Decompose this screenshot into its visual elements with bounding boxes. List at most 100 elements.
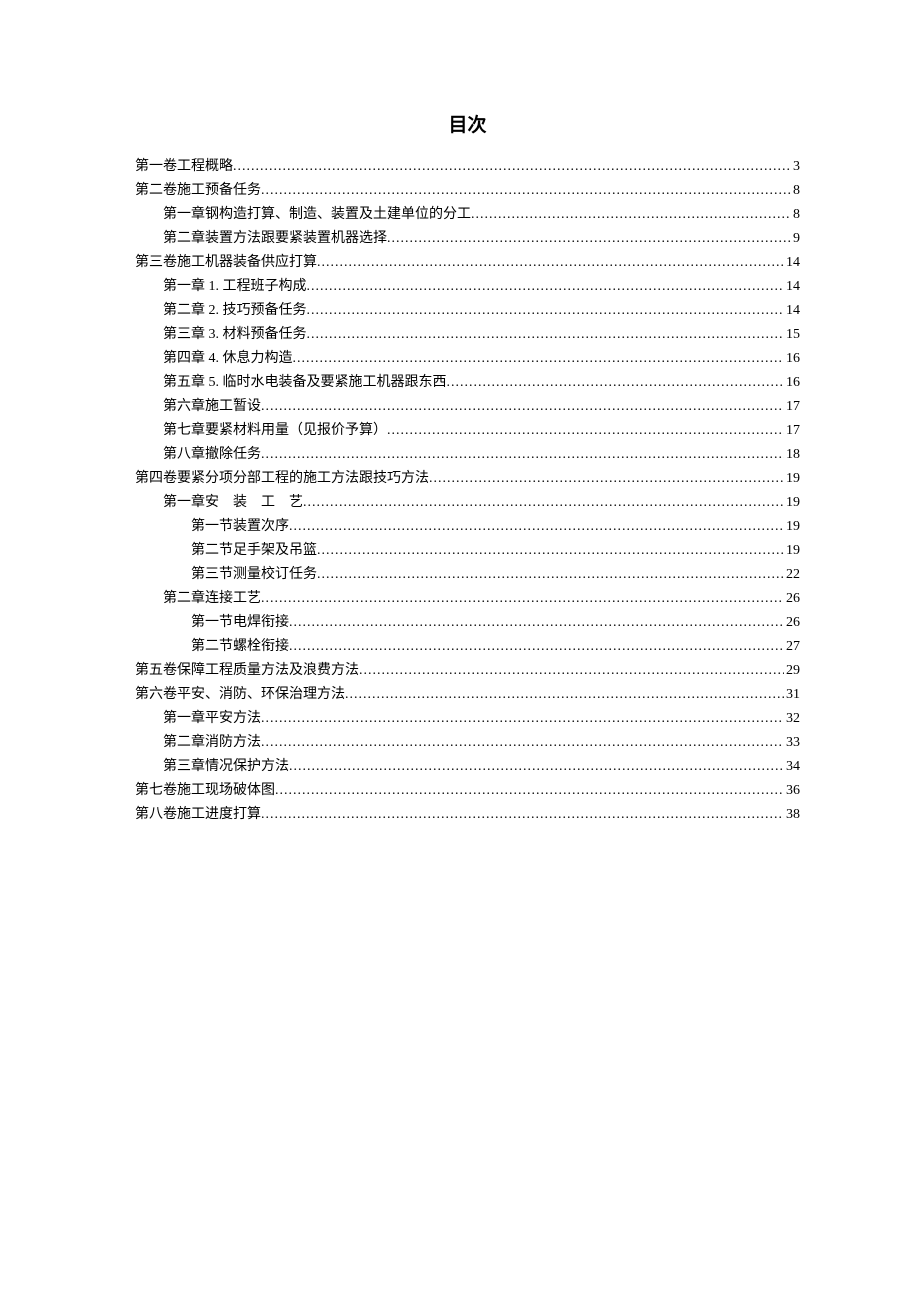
toc-entry-label: 第一章安 装 工 艺 [163, 491, 303, 515]
toc-entry-page: 26 [784, 587, 800, 611]
toc-entry: 第三节测量校订任务22 [135, 563, 800, 587]
toc-entry: 第二节螺栓衔接 27 [135, 635, 800, 659]
toc-entry-label: 第二章装置方法跟要紧装置机器选择 [163, 227, 387, 251]
toc-entry: 第四卷要紧分项分部工程的施工方法跟技巧方法 19 [135, 467, 800, 491]
toc-entry-page: 31 [784, 683, 800, 707]
toc-entry-label: 第六卷平安、消防、环保治理方法 [135, 683, 345, 707]
toc-entry: 第一章钢构造打算、制造、装置及土建单位的分工 8 [135, 203, 800, 227]
toc-leader-dots [303, 491, 784, 515]
toc-entry-label: 第六章施工暂设 [163, 395, 261, 419]
toc-entry-page: 27 [784, 635, 800, 659]
toc-entry: 第三卷施工机器装备供应打算 14 [135, 251, 800, 275]
toc-leader-dots [307, 299, 785, 323]
toc-entry-label: 第七卷施工现场破体图 [135, 779, 275, 803]
toc-entry: 第一章 1. 工程班子构成 14 [135, 275, 800, 299]
toc-entry: 第六卷平安、消防、环保治理方法 31 [135, 683, 800, 707]
toc-entry-page: 8 [791, 179, 800, 203]
toc-entry: 第八卷施工进度打算 38 [135, 803, 800, 827]
toc-entry: 第一章平安方法 32 [135, 707, 800, 731]
toc-entry-page: 3 [791, 155, 800, 179]
toc-entry-page: 16 [784, 347, 800, 371]
toc-leader-dots [359, 659, 784, 683]
toc-entry-page: 34 [784, 755, 800, 779]
toc-entry-page: 19 [784, 491, 800, 515]
toc-entry: 第一章安 装 工 艺 19 [135, 491, 800, 515]
toc-entry-page: 16 [784, 371, 800, 395]
toc-entry: 第五卷保障工程质量方法及浪费方法29 [135, 659, 800, 683]
toc-entry-label: 第八卷施工进度打算 [135, 803, 261, 827]
toc-entry-label: 第一节装置次序 [191, 515, 289, 539]
toc-leader-dots [317, 563, 784, 587]
toc-entry-page: 33 [784, 731, 800, 755]
toc-entry-label: 第一节电焊衔接 [191, 611, 289, 635]
toc-leader-dots [261, 587, 784, 611]
toc-entry-page: 15 [784, 323, 800, 347]
toc-entry-page: 14 [784, 251, 800, 275]
toc-entry: 第二节足手架及吊篮 19 [135, 539, 800, 563]
toc-entry-label: 第五章 5. 临时水电装备及要紧施工机器跟东西 [163, 371, 447, 395]
toc-entry: 第七章要紧材料用量（见报价予算）17 [135, 419, 800, 443]
toc-entry-page: 9 [791, 227, 800, 251]
toc-entry: 第三章 3. 材料预备任务 15 [135, 323, 800, 347]
toc-entry-label: 第二章连接工艺 [163, 587, 261, 611]
toc-leader-dots [307, 275, 785, 299]
toc-entry-page: 19 [784, 515, 800, 539]
toc-entry-label: 第一卷工程概略 [135, 155, 233, 179]
toc-entry: 第八章撤除任务18 [135, 443, 800, 467]
toc-entry-label: 第三节测量校订任务 [191, 563, 317, 587]
toc-entry-label: 第四章 4. 休息力构造 [163, 347, 293, 371]
toc-entry-label: 第一章 1. 工程班子构成 [163, 275, 307, 299]
toc-leader-dots [429, 467, 784, 491]
toc-entry-label: 第四卷要紧分项分部工程的施工方法跟技巧方法 [135, 467, 429, 491]
toc-entry-label: 第七章要紧材料用量（见报价予算） [163, 419, 387, 443]
toc-entry-label: 第二章消防方法 [163, 731, 261, 755]
toc-entry-page: 19 [784, 539, 800, 563]
toc-entry: 第二章连接工艺 26 [135, 587, 800, 611]
toc-leader-dots [275, 779, 784, 803]
toc-entry-page: 29 [784, 659, 800, 683]
toc-entry-label: 第二节足手架及吊篮 [191, 539, 317, 563]
toc-leader-dots [317, 539, 784, 563]
toc-leader-dots [261, 179, 791, 203]
toc-leader-dots [261, 731, 784, 755]
toc-leader-dots [261, 707, 784, 731]
toc-entry: 第二卷施工预备任务8 [135, 179, 800, 203]
toc-leader-dots [387, 419, 784, 443]
toc-entry-page: 14 [784, 275, 800, 299]
toc-entry: 第一节电焊衔接26 [135, 611, 800, 635]
toc-entry-page: 32 [784, 707, 800, 731]
toc-entry-page: 14 [784, 299, 800, 323]
toc-entry-label: 第一章平安方法 [163, 707, 261, 731]
toc-entry-page: 19 [784, 467, 800, 491]
toc-entry-label: 第二节螺栓衔接 [191, 635, 289, 659]
toc-entry-page: 17 [784, 395, 800, 419]
toc-leader-dots [307, 323, 785, 347]
toc-entry: 第二章装置方法跟要紧装置机器选择 9 [135, 227, 800, 251]
toc-leader-dots [317, 251, 784, 275]
toc-entry-label: 第一章钢构造打算、制造、装置及土建单位的分工 [163, 203, 471, 227]
toc-leader-dots [261, 443, 784, 467]
toc-leader-dots [293, 347, 785, 371]
toc-leader-dots [387, 227, 791, 251]
toc-entry: 第七卷施工现场破体图36 [135, 779, 800, 803]
toc-leader-dots [261, 803, 784, 827]
toc-leader-dots [447, 371, 785, 395]
toc-entry-label: 第三卷施工机器装备供应打算 [135, 251, 317, 275]
toc-leader-dots [289, 611, 784, 635]
toc-entry: 第二章消防方法 33 [135, 731, 800, 755]
toc-entry: 第六章施工暂设 17 [135, 395, 800, 419]
toc-leader-dots [471, 203, 791, 227]
toc-entry: 第一节装置次序 19 [135, 515, 800, 539]
toc-entry-label: 第三章 3. 材料预备任务 [163, 323, 307, 347]
toc-leader-dots [233, 155, 791, 179]
toc-entry: 第一卷工程概略 3 [135, 155, 800, 179]
toc-entry-label: 第八章撤除任务 [163, 443, 261, 467]
toc-entry-page: 8 [791, 203, 800, 227]
toc-entry: 第二章 2. 技巧预备任务 14 [135, 299, 800, 323]
toc-entry-label: 第二章 2. 技巧预备任务 [163, 299, 307, 323]
toc-leader-dots [289, 515, 784, 539]
table-of-contents: 第一卷工程概略 3第二卷施工预备任务8第一章钢构造打算、制造、装置及土建单位的分工… [135, 155, 800, 827]
toc-entry: 第三章情况保护方法34 [135, 755, 800, 779]
toc-entry-page: 38 [784, 803, 800, 827]
toc-entry: 第四章 4. 休息力构造 16 [135, 347, 800, 371]
